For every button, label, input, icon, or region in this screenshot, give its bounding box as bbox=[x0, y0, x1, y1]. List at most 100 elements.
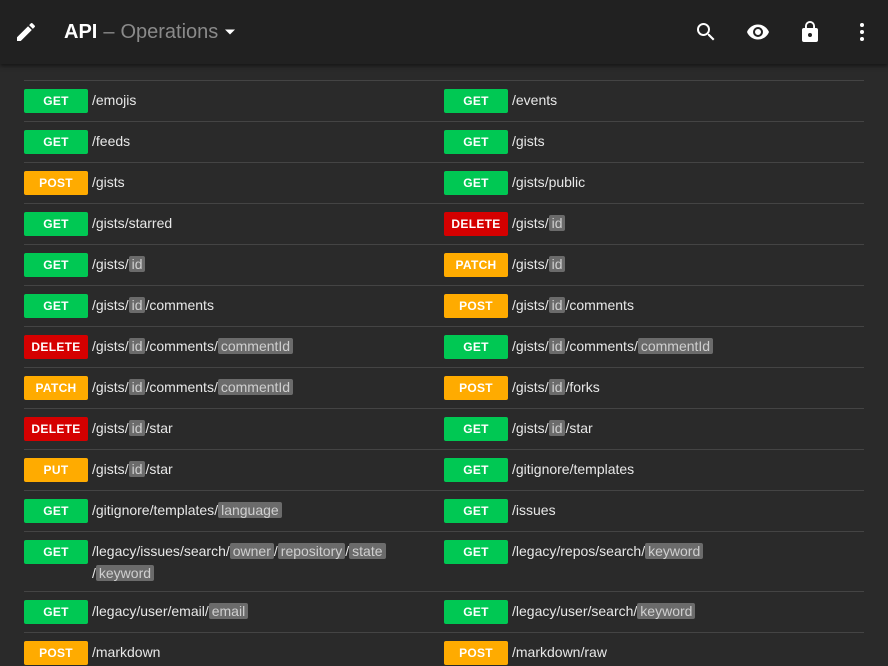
path-parameter: id bbox=[548, 297, 566, 313]
path-parameter: owner bbox=[229, 543, 274, 559]
path-parameter: id bbox=[128, 379, 146, 395]
edit-icon[interactable] bbox=[14, 20, 38, 44]
more-vert-icon[interactable] bbox=[850, 20, 874, 44]
eye-icon[interactable] bbox=[746, 20, 770, 44]
method-badge-get: GET bbox=[444, 171, 508, 195]
method-badge-get: GET bbox=[444, 499, 508, 523]
method-badge-get: GET bbox=[444, 130, 508, 154]
path-parameter: repository bbox=[277, 543, 346, 559]
operation-item[interactable]: POST/markdown/raw bbox=[444, 641, 864, 665]
operation-row: POST/gists GET/gists/public bbox=[24, 163, 864, 204]
operation-item[interactable]: GET/feeds bbox=[24, 130, 444, 154]
path-parameter: id bbox=[128, 256, 146, 272]
operation-item[interactable]: GET/events bbox=[444, 89, 864, 113]
operation-item[interactable]: GET/legacy/repos/search/keyword bbox=[444, 540, 864, 564]
path-parameter: email bbox=[208, 603, 249, 619]
operation-item[interactable]: PATCH/gists/id bbox=[444, 253, 864, 277]
path-parameter: keyword bbox=[95, 565, 155, 581]
operation-item[interactable]: POST/gists/id/comments bbox=[444, 294, 864, 318]
path-parameter: id bbox=[548, 338, 566, 354]
dropdown-caret-icon[interactable] bbox=[224, 26, 236, 38]
operation-path: /feeds bbox=[92, 133, 131, 149]
operation-item[interactable]: POST/gists/id/forks bbox=[444, 376, 864, 400]
method-badge-post: POST bbox=[444, 294, 508, 318]
operation-path: /gists/id/comments bbox=[512, 297, 634, 313]
view-selector-label[interactable]: Operations bbox=[120, 19, 218, 45]
operation-path: /legacy/repos/search/keyword bbox=[512, 540, 704, 562]
operation-item[interactable]: PUT/gists/id/star bbox=[24, 458, 444, 482]
operation-path: /legacy/user/search/keyword bbox=[512, 600, 696, 622]
search-icon[interactable] bbox=[694, 20, 718, 44]
operation-row: GET/gists/starred DELETE/gists/id bbox=[24, 204, 864, 245]
path-parameter: commentId bbox=[637, 338, 714, 354]
operation-item[interactable]: GET/gists/id/comments bbox=[24, 294, 444, 318]
app-title: API bbox=[64, 21, 98, 43]
operation-path: /legacy/issues/search/owner / repository / s… bbox=[92, 540, 432, 584]
operation-item[interactable]: PATCH/gists/id/comments/commentId bbox=[24, 376, 444, 400]
operation-path: /markdown bbox=[92, 644, 161, 660]
lock-icon[interactable] bbox=[798, 20, 822, 44]
operation-item[interactable]: GET/legacy/issues/search/owner / repositor… bbox=[24, 540, 444, 584]
operation-item[interactable]: DELETE/gists/id/comments/commentId bbox=[24, 335, 444, 359]
method-badge-post: POST bbox=[444, 641, 508, 665]
operation-item[interactable]: GET/issues bbox=[444, 499, 864, 523]
operation-row: GET/legacy/issues/search/owner / repositor… bbox=[24, 532, 864, 592]
method-badge-get: GET bbox=[24, 600, 88, 624]
method-badge-get: GET bbox=[444, 458, 508, 482]
method-badge-get: GET bbox=[24, 89, 88, 113]
path-parameter: id bbox=[128, 338, 146, 354]
operation-item[interactable]: POST/gists bbox=[24, 171, 444, 195]
operation-item[interactable]: GET/gitignore/templates/language bbox=[24, 499, 444, 523]
path-parameter: language bbox=[218, 502, 282, 518]
operation-item[interactable]: GET/gists/id bbox=[24, 253, 444, 277]
operation-path: /gists/id/comments/commentId bbox=[512, 335, 714, 357]
operation-item[interactable]: GET/gists bbox=[444, 130, 864, 154]
operation-item[interactable]: GET/gitignore/templates bbox=[444, 458, 864, 482]
operation-item[interactable]: GET/legacy/user/search/keyword bbox=[444, 600, 864, 624]
page-title[interactable]: API – Operations bbox=[64, 19, 236, 45]
path-parameter: id bbox=[548, 420, 566, 436]
operation-item[interactable]: GET/legacy/user/email/email bbox=[24, 600, 444, 624]
method-badge-patch: PATCH bbox=[24, 376, 88, 400]
operation-item[interactable]: DELETE/gists/id bbox=[444, 212, 864, 236]
operation-item[interactable]: GET/gists/public bbox=[444, 171, 864, 195]
operation-row: GET/emojis GET/events bbox=[24, 81, 864, 122]
operation-item[interactable]: GET/emojis bbox=[24, 89, 444, 113]
operation-path: /gists/id bbox=[512, 253, 566, 275]
operation-item[interactable]: GET/gists/id/comments/commentId bbox=[444, 335, 864, 359]
operation-item[interactable]: POST/markdown bbox=[24, 641, 444, 665]
operation-path: /gists/public bbox=[512, 174, 586, 190]
path-parameter: commentId bbox=[217, 379, 294, 395]
operation-path: /gitignore/templates/language bbox=[92, 499, 282, 521]
operation-row: DELETE/gists/id/star GET/gists/id/star bbox=[24, 409, 864, 450]
operation-path: /gists/id/star bbox=[512, 420, 593, 436]
method-badge-post: POST bbox=[24, 171, 88, 195]
operation-path: /gists/id/comments/commentId bbox=[92, 335, 294, 357]
method-badge-get: GET bbox=[24, 130, 88, 154]
operation-path: /gists/id bbox=[92, 253, 146, 275]
method-badge-delete: DELETE bbox=[24, 417, 88, 441]
method-badge-get: GET bbox=[444, 600, 508, 624]
method-badge-get: GET bbox=[24, 499, 88, 523]
path-parameter: commentId bbox=[217, 338, 294, 354]
operation-path: /gists/id/comments/commentId bbox=[92, 376, 294, 398]
operation-row: GET/gists/id PATCH/gists/id bbox=[24, 245, 864, 286]
path-parameter: id bbox=[128, 420, 146, 436]
operation-item[interactable]: DELETE/gists/id/star bbox=[24, 417, 444, 441]
operation-item[interactable]: GET/gists/id/star bbox=[444, 417, 864, 441]
method-badge-delete: DELETE bbox=[24, 335, 88, 359]
operation-path: /emojis bbox=[92, 92, 137, 108]
path-parameter: keyword bbox=[645, 543, 704, 559]
operation-path: /events bbox=[512, 92, 558, 108]
method-badge-get: GET bbox=[444, 417, 508, 441]
operation-path: /markdown/raw bbox=[512, 644, 607, 660]
operation-path: /gists bbox=[512, 133, 545, 149]
method-badge-get: GET bbox=[24, 253, 88, 277]
path-parameter: id bbox=[128, 297, 146, 313]
path-parameter: id bbox=[548, 379, 566, 395]
method-badge-post: POST bbox=[444, 376, 508, 400]
operation-path: /gists/id/forks bbox=[512, 379, 600, 395]
operation-item[interactable]: GET/gists/starred bbox=[24, 212, 444, 236]
method-badge-get: GET bbox=[444, 89, 508, 113]
operation-path: /gists/id/comments bbox=[92, 297, 214, 313]
